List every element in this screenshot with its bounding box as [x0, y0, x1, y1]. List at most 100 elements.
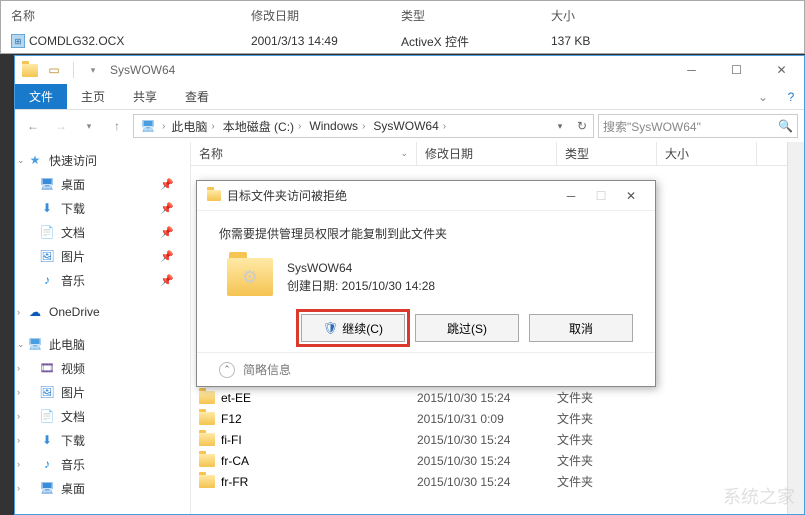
chevron-up-icon: ⌃ — [219, 362, 235, 378]
search-icon[interactable]: 🔍 — [778, 119, 793, 133]
sidebar-item-music[interactable]: ›♪音乐 — [15, 452, 190, 476]
recent-dropdown[interactable]: ▾ — [77, 114, 101, 138]
pin-icon[interactable]: 📌 — [160, 178, 174, 191]
gear-icon: ⚙ — [242, 267, 258, 288]
skip-button[interactable]: 跳过(S) — [415, 314, 519, 342]
titlebar[interactable]: ▭ ▾ SysWOW64 ─ ☐ ✕ — [15, 56, 804, 84]
address-bar[interactable]: 🖥 › 此电脑› 本地磁盘 (C:)› Windows› SysWOW64› ▾… — [133, 114, 594, 138]
vertical-scrollbar[interactable] — [787, 142, 804, 514]
pin-icon[interactable]: 📌 — [160, 250, 174, 263]
file-type: ActiveX 控件 — [401, 33, 551, 50]
col-name[interactable]: 名称⌄ — [191, 142, 417, 165]
col-type[interactable]: 类型 — [401, 7, 551, 24]
pc-icon: 🖥 — [138, 116, 158, 136]
minimize-button[interactable]: ─ — [669, 56, 714, 84]
download-icon: ⬇ — [39, 200, 55, 216]
navbar: ← → ▾ ↑ 🖥 › 此电脑› 本地磁盘 (C:)› Windows› Sys… — [15, 110, 804, 142]
crumb-thispc[interactable]: 此电脑› — [167, 115, 218, 137]
document-icon: 📄 — [39, 408, 55, 424]
dialog-close-button[interactable]: ✕ — [617, 184, 645, 208]
file-row[interactable]: fr-FR2015/10/30 15:24文件夹 — [191, 471, 804, 492]
desktop-icon: 🖥 — [39, 176, 55, 192]
file-size: 137 KB — [551, 34, 701, 48]
sidebar-quick-access[interactable]: ⌄ ★ 快速访问 — [15, 148, 190, 172]
cloud-icon: ☁ — [27, 304, 43, 320]
target-folder-date: 创建日期: 2015/10/30 14:28 — [287, 277, 435, 295]
refresh-icon[interactable]: ↻ — [571, 115, 593, 137]
file-row[interactable]: fi-FI2015/10/30 15:24文件夹 — [191, 429, 804, 450]
dialog-titlebar[interactable]: 目标文件夹访问被拒绝 ─ ☐ ✕ — [197, 181, 655, 211]
chevron-right-icon[interactable]: › — [17, 307, 20, 317]
col-size[interactable]: 大小 — [551, 7, 701, 24]
folder-icon — [199, 412, 215, 425]
cancel-button[interactable]: 取消 — [529, 314, 633, 342]
chevron-right-icon[interactable]: › — [17, 387, 20, 397]
document-icon: 📄 — [39, 224, 55, 240]
sidebar-item-document[interactable]: 📄文档📌 — [15, 220, 190, 244]
dialog-message: 你需要提供管理员权限才能复制到此文件夹 — [219, 225, 633, 242]
file-row[interactable]: fr-CA2015/10/30 15:24文件夹 — [191, 450, 804, 471]
search-input[interactable]: 搜索"SysWOW64" 🔍 — [598, 114, 798, 138]
col-name[interactable]: 名称 — [11, 7, 251, 24]
chevron-right-icon[interactable]: › — [17, 411, 20, 421]
maximize-button[interactable]: ☐ — [714, 56, 759, 84]
sidebar-item-download[interactable]: ⬇下载📌 — [15, 196, 190, 220]
chevron-right-icon[interactable]: › — [17, 435, 20, 445]
continue-button[interactable]: 🛡 继续(C) — [301, 314, 405, 342]
chevron-right-icon[interactable]: › — [17, 363, 20, 373]
sidebar-item-desktop[interactable]: 🖥桌面📌 — [15, 172, 190, 196]
download-icon: ⬇ — [39, 432, 55, 448]
tab-home[interactable]: 主页 — [67, 84, 119, 109]
video-icon: 🎞 — [39, 360, 55, 376]
crumb-syswow64[interactable]: SysWOW64› — [369, 115, 450, 137]
close-button[interactable]: ✕ — [759, 56, 804, 84]
dialog-maximize-button[interactable]: ☐ — [587, 184, 615, 208]
chevron-down-icon[interactable]: ⌄ — [17, 339, 25, 350]
chevron-down-icon[interactable]: ⌄ — [17, 155, 25, 166]
tab-file[interactable]: 文件 — [15, 84, 67, 109]
chevron-right-icon[interactable]: › — [17, 483, 20, 493]
col-date[interactable]: 修改日期 — [417, 142, 557, 165]
file-row[interactable]: et-EE2015/10/30 15:24文件夹 — [191, 387, 804, 408]
qat-properties-icon[interactable]: ▭ — [43, 59, 65, 81]
column-headers: 名称⌄ 修改日期 类型 大小 — [191, 142, 804, 166]
crumb-drive[interactable]: 本地磁盘 (C:)› — [219, 115, 306, 137]
sidebar-item-music[interactable]: ♪音乐📌 — [15, 268, 190, 292]
file-date: 2001/3/13 14:49 — [251, 34, 401, 48]
crumb-windows[interactable]: Windows› — [305, 115, 369, 137]
sidebar-item-desktop[interactable]: ›🖥桌面 — [15, 476, 190, 500]
dialog-minimize-button[interactable]: ─ — [557, 184, 585, 208]
addr-dropdown-icon[interactable]: ▾ — [549, 115, 571, 137]
tab-view[interactable]: 查看 — [171, 84, 223, 109]
col-date[interactable]: 修改日期 — [251, 7, 401, 24]
sidebar-thispc[interactable]: ⌄ 🖥 此电脑 — [15, 332, 190, 356]
music-icon: ♪ — [39, 272, 55, 288]
pin-icon[interactable]: 📌 — [160, 202, 174, 215]
star-icon: ★ — [27, 152, 43, 168]
folder-icon — [199, 454, 215, 467]
pin-icon[interactable]: 📌 — [160, 226, 174, 239]
back-button[interactable]: ← — [21, 114, 45, 138]
col-type[interactable]: 类型 — [557, 142, 657, 165]
sidebar-item-picture[interactable]: 🖼图片📌 — [15, 244, 190, 268]
sidebar-item-download[interactable]: ›⬇下载 — [15, 428, 190, 452]
up-button[interactable]: ↑ — [105, 114, 129, 138]
chevron-right-icon[interactable]: › — [17, 459, 20, 469]
tab-share[interactable]: 共享 — [119, 84, 171, 109]
dialog-footer[interactable]: ⌃ 简略信息 — [197, 352, 655, 386]
ocx-icon: ⊞ — [11, 34, 25, 48]
pin-icon[interactable]: 📌 — [160, 274, 174, 287]
help-icon[interactable]: ? — [778, 84, 804, 109]
sidebar-item-document[interactable]: ›📄文档 — [15, 404, 190, 428]
ribbon-expand-icon[interactable]: ⌄ — [748, 84, 778, 109]
qat-dropdown-icon[interactable]: ▾ — [82, 59, 104, 81]
col-size[interactable]: 大小 — [657, 142, 757, 165]
file-row[interactable]: F122015/10/31 0:09文件夹 — [191, 408, 804, 429]
sidebar-item-picture[interactable]: ›🖼图片 — [15, 380, 190, 404]
sidebar-onedrive[interactable]: › ☁ OneDrive — [15, 300, 190, 324]
sidebar-item-video[interactable]: ›🎞视频 — [15, 356, 190, 380]
parent-file-row[interactable]: ⊞COMDLG32.OCX 2001/3/13 14:49 ActiveX 控件… — [1, 29, 804, 53]
window-title: SysWOW64 — [110, 63, 175, 77]
forward-button[interactable]: → — [49, 114, 73, 138]
folder-icon — [199, 433, 215, 446]
